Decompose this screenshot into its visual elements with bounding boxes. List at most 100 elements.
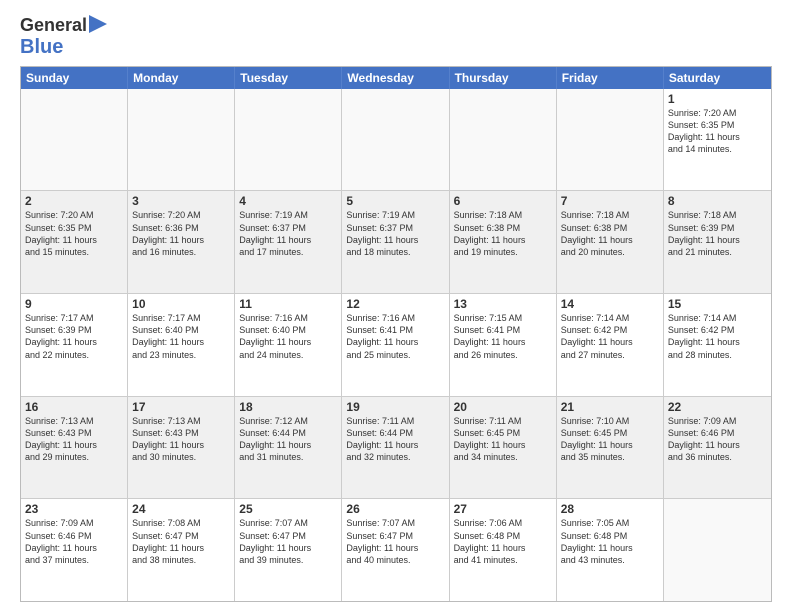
day-info: Sunrise: 7:17 AM Sunset: 6:40 PM Dayligh… [132,312,230,361]
calendar-cell: 13Sunrise: 7:15 AM Sunset: 6:41 PM Dayli… [450,294,557,396]
day-info: Sunrise: 7:06 AM Sunset: 6:48 PM Dayligh… [454,517,552,566]
day-number: 14 [561,297,659,311]
logo-general: General [20,16,87,36]
calendar-cell: 15Sunrise: 7:14 AM Sunset: 6:42 PM Dayli… [664,294,771,396]
calendar-cell: 10Sunrise: 7:17 AM Sunset: 6:40 PM Dayli… [128,294,235,396]
calendar-cell: 21Sunrise: 7:10 AM Sunset: 6:45 PM Dayli… [557,397,664,499]
day-info: Sunrise: 7:13 AM Sunset: 6:43 PM Dayligh… [132,415,230,464]
calendar-cell: 9Sunrise: 7:17 AM Sunset: 6:39 PM Daylig… [21,294,128,396]
day-info: Sunrise: 7:14 AM Sunset: 6:42 PM Dayligh… [561,312,659,361]
calendar-row: 9Sunrise: 7:17 AM Sunset: 6:39 PM Daylig… [21,294,771,397]
day-number: 3 [132,194,230,208]
calendar-cell: 17Sunrise: 7:13 AM Sunset: 6:43 PM Dayli… [128,397,235,499]
day-info: Sunrise: 7:14 AM Sunset: 6:42 PM Dayligh… [668,312,767,361]
day-info: Sunrise: 7:09 AM Sunset: 6:46 PM Dayligh… [25,517,123,566]
calendar-cell: 23Sunrise: 7:09 AM Sunset: 6:46 PM Dayli… [21,499,128,601]
calendar-cell: 6Sunrise: 7:18 AM Sunset: 6:38 PM Daylig… [450,191,557,293]
day-number: 22 [668,400,767,414]
calendar-header: SundayMondayTuesdayWednesdayThursdayFrid… [21,67,771,89]
day-info: Sunrise: 7:13 AM Sunset: 6:43 PM Dayligh… [25,415,123,464]
day-info: Sunrise: 7:19 AM Sunset: 6:37 PM Dayligh… [346,209,444,258]
header: General Blue [20,16,772,58]
day-number: 2 [25,194,123,208]
calendar-cell: 28Sunrise: 7:05 AM Sunset: 6:48 PM Dayli… [557,499,664,601]
calendar-cell: 1Sunrise: 7:20 AM Sunset: 6:35 PM Daylig… [664,89,771,191]
calendar-cell: 14Sunrise: 7:14 AM Sunset: 6:42 PM Dayli… [557,294,664,396]
calendar-cell: 19Sunrise: 7:11 AM Sunset: 6:44 PM Dayli… [342,397,449,499]
day-number: 9 [25,297,123,311]
day-info: Sunrise: 7:10 AM Sunset: 6:45 PM Dayligh… [561,415,659,464]
day-number: 6 [454,194,552,208]
day-info: Sunrise: 7:17 AM Sunset: 6:39 PM Dayligh… [25,312,123,361]
day-info: Sunrise: 7:11 AM Sunset: 6:44 PM Dayligh… [346,415,444,464]
calendar: SundayMondayTuesdayWednesdayThursdayFrid… [20,66,772,602]
calendar-cell: 22Sunrise: 7:09 AM Sunset: 6:46 PM Dayli… [664,397,771,499]
day-info: Sunrise: 7:18 AM Sunset: 6:38 PM Dayligh… [454,209,552,258]
day-number: 23 [25,502,123,516]
day-info: Sunrise: 7:11 AM Sunset: 6:45 PM Dayligh… [454,415,552,464]
day-number: 10 [132,297,230,311]
weekday-header: Friday [557,67,664,89]
weekday-header: Monday [128,67,235,89]
day-number: 21 [561,400,659,414]
calendar-row: 2Sunrise: 7:20 AM Sunset: 6:35 PM Daylig… [21,191,771,294]
weekday-header: Sunday [21,67,128,89]
calendar-cell: 5Sunrise: 7:19 AM Sunset: 6:37 PM Daylig… [342,191,449,293]
day-number: 16 [25,400,123,414]
day-number: 25 [239,502,337,516]
calendar-cell: 12Sunrise: 7:16 AM Sunset: 6:41 PM Dayli… [342,294,449,396]
calendar-cell [664,499,771,601]
weekday-header: Thursday [450,67,557,89]
calendar-cell [557,89,664,191]
day-info: Sunrise: 7:20 AM Sunset: 6:36 PM Dayligh… [132,209,230,258]
calendar-body: 1Sunrise: 7:20 AM Sunset: 6:35 PM Daylig… [21,89,771,601]
calendar-cell [450,89,557,191]
calendar-cell [21,89,128,191]
calendar-cell: 2Sunrise: 7:20 AM Sunset: 6:35 PM Daylig… [21,191,128,293]
calendar-cell: 24Sunrise: 7:08 AM Sunset: 6:47 PM Dayli… [128,499,235,601]
calendar-row: 1Sunrise: 7:20 AM Sunset: 6:35 PM Daylig… [21,89,771,192]
day-number: 1 [668,92,767,106]
calendar-cell: 27Sunrise: 7:06 AM Sunset: 6:48 PM Dayli… [450,499,557,601]
calendar-cell: 7Sunrise: 7:18 AM Sunset: 6:38 PM Daylig… [557,191,664,293]
day-number: 19 [346,400,444,414]
day-number: 26 [346,502,444,516]
day-info: Sunrise: 7:18 AM Sunset: 6:39 PM Dayligh… [668,209,767,258]
day-number: 20 [454,400,552,414]
day-number: 15 [668,297,767,311]
calendar-cell: 16Sunrise: 7:13 AM Sunset: 6:43 PM Dayli… [21,397,128,499]
day-number: 17 [132,400,230,414]
calendar-cell [235,89,342,191]
day-info: Sunrise: 7:18 AM Sunset: 6:38 PM Dayligh… [561,209,659,258]
calendar-cell: 4Sunrise: 7:19 AM Sunset: 6:37 PM Daylig… [235,191,342,293]
weekday-header: Saturday [664,67,771,89]
day-info: Sunrise: 7:20 AM Sunset: 6:35 PM Dayligh… [668,107,767,156]
calendar-cell [342,89,449,191]
day-number: 24 [132,502,230,516]
calendar-cell: 3Sunrise: 7:20 AM Sunset: 6:36 PM Daylig… [128,191,235,293]
day-number: 13 [454,297,552,311]
day-info: Sunrise: 7:15 AM Sunset: 6:41 PM Dayligh… [454,312,552,361]
day-number: 11 [239,297,337,311]
day-number: 18 [239,400,337,414]
day-info: Sunrise: 7:19 AM Sunset: 6:37 PM Dayligh… [239,209,337,258]
day-info: Sunrise: 7:12 AM Sunset: 6:44 PM Dayligh… [239,415,337,464]
calendar-row: 23Sunrise: 7:09 AM Sunset: 6:46 PM Dayli… [21,499,771,601]
day-number: 27 [454,502,552,516]
calendar-row: 16Sunrise: 7:13 AM Sunset: 6:43 PM Dayli… [21,397,771,500]
calendar-cell: 18Sunrise: 7:12 AM Sunset: 6:44 PM Dayli… [235,397,342,499]
day-info: Sunrise: 7:16 AM Sunset: 6:41 PM Dayligh… [346,312,444,361]
day-number: 7 [561,194,659,208]
day-info: Sunrise: 7:16 AM Sunset: 6:40 PM Dayligh… [239,312,337,361]
weekday-header: Tuesday [235,67,342,89]
calendar-cell: 26Sunrise: 7:07 AM Sunset: 6:47 PM Dayli… [342,499,449,601]
calendar-cell: 11Sunrise: 7:16 AM Sunset: 6:40 PM Dayli… [235,294,342,396]
day-info: Sunrise: 7:20 AM Sunset: 6:35 PM Dayligh… [25,209,123,258]
logo-blue: Blue [20,36,63,58]
logo-icon [89,15,107,33]
calendar-cell: 20Sunrise: 7:11 AM Sunset: 6:45 PM Dayli… [450,397,557,499]
page: General Blue SundayMondayTuesdayWednesda… [0,0,792,612]
calendar-cell [128,89,235,191]
logo: General Blue [20,16,107,58]
calendar-cell: 8Sunrise: 7:18 AM Sunset: 6:39 PM Daylig… [664,191,771,293]
